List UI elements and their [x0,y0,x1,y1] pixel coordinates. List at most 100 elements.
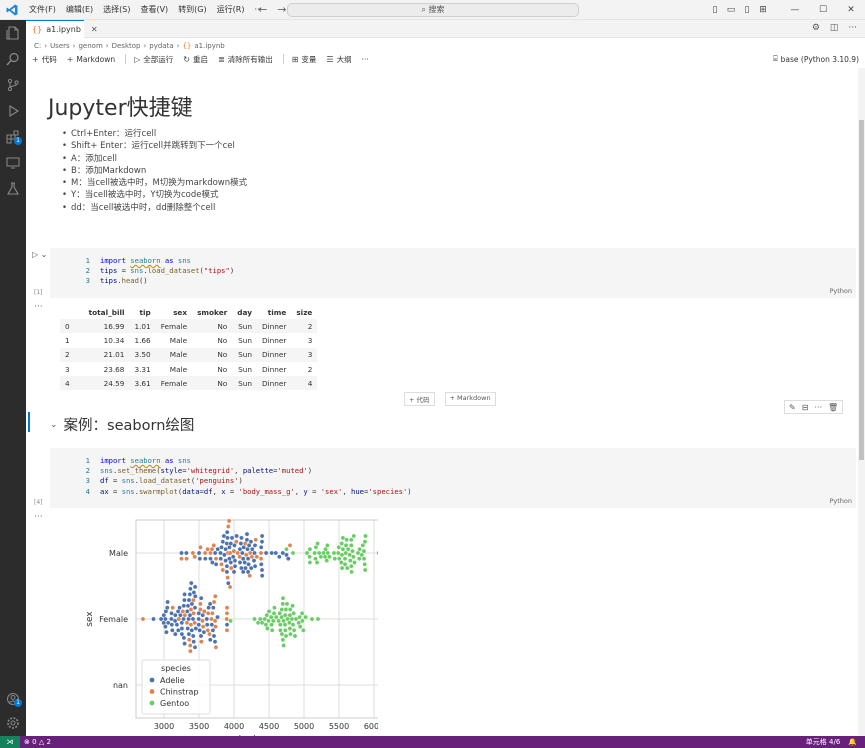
data-point-adelie [212,639,218,644]
vscode-logo-icon [6,4,18,16]
cell-language[interactable]: Python [829,497,852,505]
warning-icon: △ [38,738,45,746]
outline-button[interactable]: ☰ 大纲 [326,54,351,65]
data-point-chinstrap [205,611,211,616]
menu-selection[interactable]: 选择(S) [98,0,135,20]
add-code-cell-button[interactable]: + 代码 [404,392,435,406]
data-point-gentoo [287,626,293,631]
output-menu-icon[interactable]: ··· [34,512,43,522]
edit-pencil-icon[interactable]: ✎ [789,403,796,412]
delete-trash-icon[interactable]: 🗑 [828,403,838,412]
layout-panel-icon[interactable]: ▭ [723,5,739,15]
data-point-adelie [173,631,178,637]
vertical-scrollbar[interactable] [858,68,865,736]
data-point-adelie [173,612,178,618]
toolbar-more-button[interactable]: ··· [362,55,369,64]
more-actions-icon[interactable]: ··· [848,23,857,33]
code-cell-2[interactable]: 1 import seaborn as sns 2 sns.set_theme(st… [50,448,856,508]
data-point-gentoo [228,618,233,624]
maximize-icon[interactable]: ☐ [809,5,837,15]
search-sidebar-icon[interactable] [0,48,26,70]
accounts-icon[interactable]: 1 [0,688,26,710]
breadcrumb-item[interactable]: Desktop [112,42,141,50]
collapse-chevron-icon[interactable]: ⌄ [50,420,58,430]
data-point-gentoo [255,620,261,626]
kernel-picker[interactable]: ⌸ base (Python 3.10.9) [773,52,859,66]
data-point-adelie [200,612,205,618]
data-point-chinstrap [198,601,203,607]
cell-more-icon[interactable]: ··· [814,403,822,412]
data-point-chinstrap [253,537,258,543]
data-point-gentoo [279,631,285,637]
back-arrow-icon[interactable]: ← [258,3,267,16]
cell-position[interactable]: 单元格 4/6 [806,736,841,748]
data-point-gentoo [290,603,295,609]
tab-close-icon[interactable]: ✕ [91,25,98,34]
data-point-gentoo [280,601,286,607]
data-point-chinstrap [200,624,206,629]
data-point-chinstrap [228,565,234,571]
data-point-gentoo [339,541,344,546]
notifications-bell-icon[interactable]: 🔔 [848,736,857,748]
source-control-icon[interactable] [0,74,26,96]
cell-language[interactable]: Python [829,287,852,295]
data-point-adelie [189,628,195,633]
breadcrumb-item[interactable]: a1.ipynb [194,42,224,50]
menu-file[interactable]: 文件(F) [24,0,61,20]
run-cell-button[interactable]: ▷ ⌄ [32,250,47,259]
forward-arrow-icon[interactable]: → [277,3,286,16]
menu-view[interactable]: 查看(V) [135,0,173,20]
layout-sidebar-icon[interactable]: ▯ [707,5,723,15]
table-cell: 1.01 [134,321,151,331]
menu-go[interactable]: 转到(G) [173,0,211,20]
settings-gear-icon[interactable] [0,712,26,734]
breadcrumb-item[interactable]: C: [34,42,41,50]
variables-button[interactable]: ⊞ 变量 [292,54,317,65]
close-window-icon[interactable]: ✕ [837,5,865,15]
data-point-gentoo [264,612,269,618]
problems-indicator[interactable]: ⊗ 0 △ 2 [24,736,51,748]
menu-edit[interactable]: 编辑(E) [61,0,98,20]
scrollbar-thumb[interactable] [859,120,864,460]
command-center-search[interactable]: ⌕ 搜索 [287,3,579,17]
add-markdown-cell-button[interactable]: + Markdown [444,392,496,406]
list-item: Shift+ Enter：运行cell并跳转到下一个cel [62,140,247,153]
output-menu-icon[interactable]: ··· [34,302,43,312]
breadcrumb-item[interactable]: Users [50,42,70,50]
split-cell-icon[interactable]: ⊟ [802,403,809,412]
data-point-adelie [177,605,182,610]
clear-outputs-button[interactable]: ≣ 清除所有输出 [218,54,273,65]
customize-layout-icon[interactable]: ⊞ [755,5,771,15]
data-point-adelie [208,637,213,643]
code-editor[interactable]: 1 import seaborn as sns 2 tips = sns.load_… [78,256,235,287]
data-point-gentoo [314,560,320,565]
breadcrumb-item[interactable]: pydata [149,42,173,50]
minimize-icon[interactable]: — [781,5,809,15]
breadcrumb-item[interactable]: genom [78,42,102,50]
extensions-icon[interactable]: 1 [0,126,26,148]
testing-icon[interactable] [0,178,26,200]
data-point-adelie [242,560,247,565]
explorer-icon[interactable] [0,22,26,44]
add-markdown-button[interactable]: + Markdown [67,55,115,64]
data-point-gentoo [284,546,289,552]
data-point-gentoo [340,546,346,552]
menu-run[interactable]: 运行(R) [212,0,250,20]
data-point-adelie [286,556,291,561]
code-editor[interactable]: 1 import seaborn as sns 2 sns.set_theme(st… [78,456,412,497]
jupyter-file-icon: {} [32,25,43,34]
data-point-chinstrap [190,550,196,556]
tab-a1-ipynb[interactable]: {} a1.ipynb ✕ [26,20,98,38]
run-debug-icon[interactable] [0,100,26,122]
split-editor-icon[interactable]: ◫ [830,23,839,33]
data-point-chinstrap [213,624,218,629]
run-all-button[interactable]: ▷ 全部运行 [134,54,173,65]
remote-indicator-icon[interactable]: ⋊ [0,736,20,748]
remote-explorer-icon[interactable] [0,152,26,174]
restart-button[interactable]: ↻ 重启 [183,54,208,65]
code-cell-1[interactable]: 1 import seaborn as sns 2 tips = sns.load_… [50,248,856,298]
data-point-gentoo [363,533,368,539]
add-code-button[interactable]: + 代码 [32,54,57,65]
notebook-settings-gear-icon[interactable]: ⚙ [812,23,820,33]
layout-aux-icon[interactable]: ▯ [739,5,755,15]
